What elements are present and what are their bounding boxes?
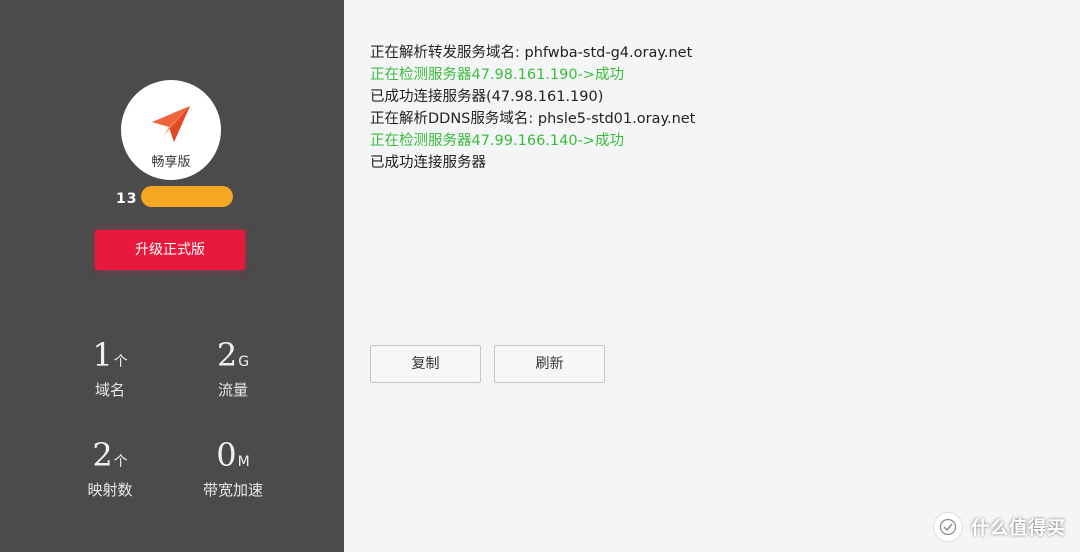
stat-label: 映射数 bbox=[87, 481, 133, 499]
stat-value: 0 bbox=[216, 436, 237, 474]
stat-mappings: 2个 映射数 bbox=[60, 435, 160, 500]
account-number: 13 bbox=[116, 191, 138, 207]
log-line-success: 正在检测服务器47.98.161.190->成功 bbox=[370, 67, 624, 83]
smzdm-badge-icon bbox=[933, 512, 963, 542]
stat-unit: 个 bbox=[113, 454, 128, 470]
stat-traffic: 2G 流量 bbox=[183, 335, 283, 400]
connection-log: 正在解析转发服务域名: phfwba-std-g4.oray.net 正在检测服… bbox=[370, 42, 695, 174]
stat-unit: M bbox=[237, 454, 250, 470]
stat-bandwidth: 0M 带宽加速 bbox=[183, 435, 283, 500]
edition-label: 畅享版 bbox=[151, 155, 191, 170]
main-panel: 正在解析转发服务域名: phfwba-std-g4.oray.net 正在检测服… bbox=[344, 0, 1080, 552]
stat-value: 2 bbox=[216, 336, 238, 374]
stat-unit: 个 bbox=[113, 354, 128, 370]
stat-value: 2 bbox=[92, 436, 113, 474]
refresh-button[interactable]: 刷新 bbox=[494, 345, 605, 383]
watermark: 什么值得买 bbox=[933, 512, 1066, 542]
stat-label: 流量 bbox=[217, 381, 248, 399]
stat-label: 域名 bbox=[94, 381, 125, 399]
log-line-success: 正在检测服务器47.99.166.140->成功 bbox=[370, 133, 624, 149]
watermark-text: 什么值得买 bbox=[971, 518, 1066, 539]
stat-value: 1 bbox=[92, 336, 113, 374]
log-line: 已成功连接服务器 bbox=[370, 155, 486, 171]
log-line: 正在解析DDNS服务域名: phsle5-std01.oray.net bbox=[370, 111, 696, 127]
avatar: 畅享版 bbox=[121, 80, 221, 180]
stat-unit: G bbox=[238, 354, 250, 370]
log-line: 已成功连接服务器(47.98.161.190) bbox=[370, 89, 604, 105]
stat-label: 带宽加速 bbox=[202, 481, 263, 499]
sidebar: 畅享版 13 升级正式版 1个 域名 2G 流量 2个 映射数 0M 带宽加速 bbox=[0, 0, 344, 552]
account-redaction-mask bbox=[141, 186, 233, 207]
log-line: 正在解析转发服务域名: phfwba-std-g4.oray.net bbox=[370, 45, 693, 61]
upgrade-button[interactable]: 升级正式版 bbox=[95, 230, 245, 270]
stat-domains: 1个 域名 bbox=[60, 335, 160, 400]
copy-button[interactable]: 复制 bbox=[370, 345, 481, 383]
paper-plane-icon bbox=[152, 106, 190, 142]
